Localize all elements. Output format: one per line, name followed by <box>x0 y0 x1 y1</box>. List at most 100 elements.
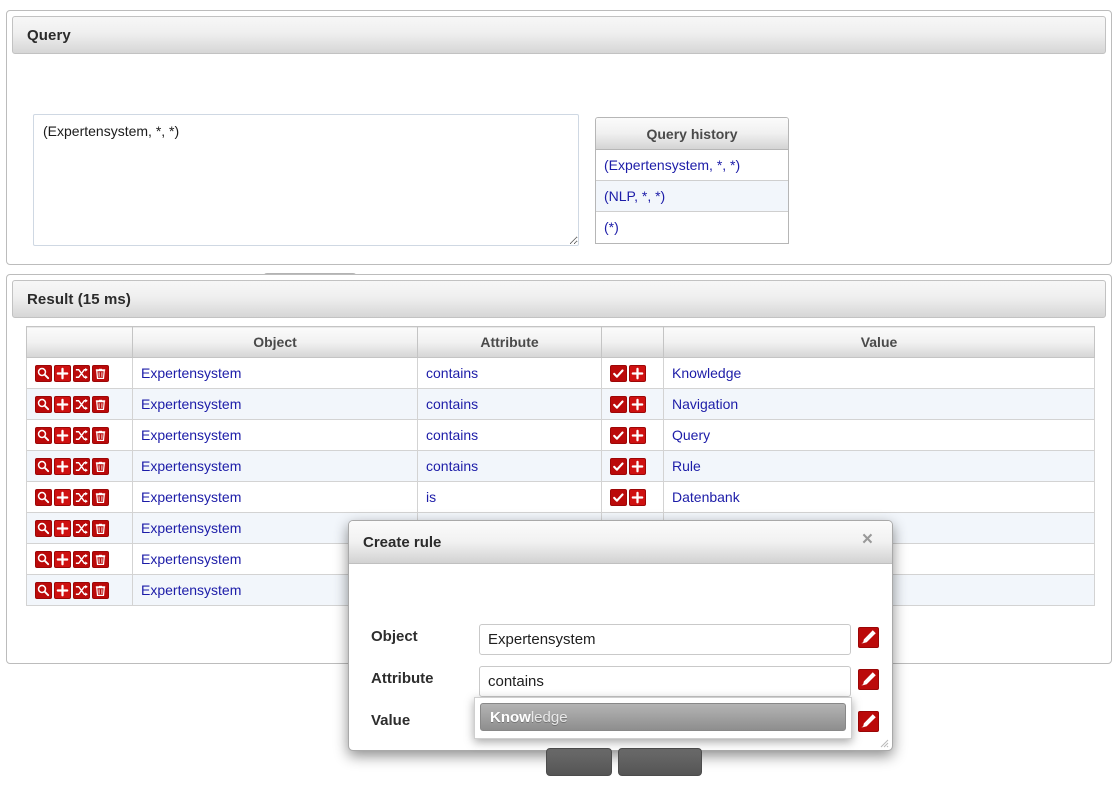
query-history-item-1[interactable]: (NLP, *, *) <box>596 181 788 212</box>
search-icon[interactable] <box>35 488 52 506</box>
result-panel-header: Result (15 ms) <box>12 280 1106 318</box>
check-icon[interactable] <box>610 395 627 413</box>
dialog-secondary-button[interactable] <box>618 748 702 776</box>
cell-value[interactable]: Query <box>663 419 1095 451</box>
shuffle-icon[interactable] <box>73 488 90 506</box>
plus-icon[interactable] <box>54 488 71 506</box>
column-header-value-actions[interactable] <box>601 326 664 358</box>
query-input[interactable] <box>33 114 579 246</box>
trash-icon[interactable] <box>92 519 109 537</box>
pencil-icon-value[interactable] <box>858 711 879 732</box>
shuffle-icon[interactable] <box>73 519 90 537</box>
close-icon[interactable]: × <box>856 529 879 550</box>
shuffle-icon[interactable] <box>73 395 90 413</box>
cell-object[interactable]: Expertensystem <box>132 450 418 482</box>
trash-icon[interactable] <box>92 364 109 382</box>
cell-attribute[interactable]: contains <box>417 419 602 451</box>
check-icon[interactable] <box>610 426 627 444</box>
cell-attribute[interactable]: contains <box>417 357 602 389</box>
trash-icon[interactable] <box>92 488 109 506</box>
plus-icon[interactable] <box>54 550 71 568</box>
search-icon[interactable] <box>35 550 52 568</box>
object-field[interactable] <box>479 624 851 655</box>
query-history-panel: Query history (Expertensystem, *, *) (NL… <box>595 117 789 244</box>
cell-value[interactable]: Navigation <box>663 388 1095 420</box>
cell-attribute[interactable]: contains <box>417 450 602 482</box>
row-action-cell <box>26 388 133 420</box>
plus-icon[interactable] <box>54 457 71 475</box>
row-action-cell <box>26 512 133 544</box>
attribute-field[interactable] <box>479 666 851 697</box>
cell-object[interactable]: Expertensystem <box>132 481 418 513</box>
cell-object[interactable]: Expertensystem <box>132 419 418 451</box>
check-icon[interactable] <box>610 364 627 382</box>
check-icon[interactable] <box>610 457 627 475</box>
plus-icon[interactable] <box>54 581 71 599</box>
table-row: Expertensystem contains Navigation <box>26 388 1095 420</box>
plus-icon[interactable] <box>629 457 646 475</box>
trash-icon[interactable] <box>92 550 109 568</box>
query-panel-header: Query <box>12 16 1106 54</box>
dialog-primary-button[interactable] <box>546 748 612 776</box>
plus-icon[interactable] <box>54 426 71 444</box>
check-icon[interactable] <box>610 488 627 506</box>
trash-icon[interactable] <box>92 457 109 475</box>
row-action-cell <box>26 574 133 606</box>
query-history-item-0[interactable]: (Expertensystem, *, *) <box>596 150 788 181</box>
label-value: Value <box>371 712 411 729</box>
search-icon[interactable] <box>35 519 52 537</box>
column-header-attribute[interactable]: Attribute <box>417 326 602 358</box>
autocomplete-match-prefix: Know <box>490 709 531 726</box>
dialog-header: Create rule × <box>349 521 892 564</box>
query-history-item-2[interactable]: (*) <box>596 212 788 243</box>
value-action-cell <box>601 450 664 482</box>
result-panel-title: Result (15 ms) <box>27 290 131 308</box>
plus-icon[interactable] <box>54 519 71 537</box>
value-action-cell <box>601 357 664 389</box>
row-action-cell <box>26 450 133 482</box>
table-header-row: Object Attribute Value <box>26 326 1095 358</box>
plus-icon[interactable] <box>629 426 646 444</box>
query-panel: Query Query history (Expertensystem, *, … <box>6 10 1112 311</box>
search-icon[interactable] <box>35 426 52 444</box>
shuffle-icon[interactable] <box>73 426 90 444</box>
plus-icon[interactable] <box>629 364 646 382</box>
search-icon[interactable] <box>35 457 52 475</box>
resize-grip-icon[interactable] <box>877 736 889 748</box>
cell-object[interactable]: Expertensystem <box>132 388 418 420</box>
autocomplete-dropdown: Knowledge <box>474 697 852 739</box>
cell-attribute[interactable]: contains <box>417 388 602 420</box>
table-row: Expertensystem contains Knowledge <box>26 357 1095 389</box>
pencil-icon-attribute[interactable] <box>858 669 879 690</box>
shuffle-icon[interactable] <box>73 581 90 599</box>
query-panel-title: Query <box>27 26 71 44</box>
plus-icon[interactable] <box>54 364 71 382</box>
trash-icon[interactable] <box>92 395 109 413</box>
column-header-value[interactable]: Value <box>663 326 1095 358</box>
autocomplete-option-knowledge[interactable]: Knowledge <box>480 703 846 731</box>
cell-value[interactable]: Datenbank <box>663 481 1095 513</box>
plus-icon[interactable] <box>629 395 646 413</box>
trash-icon[interactable] <box>92 581 109 599</box>
search-icon[interactable] <box>35 581 52 599</box>
cell-value[interactable]: Rule <box>663 450 1095 482</box>
table-row: Expertensystem contains Query <box>26 419 1095 451</box>
column-header-actions[interactable] <box>26 326 133 358</box>
cell-attribute[interactable]: is <box>417 481 602 513</box>
trash-icon[interactable] <box>92 426 109 444</box>
shuffle-icon[interactable] <box>73 457 90 475</box>
shuffle-icon[interactable] <box>73 364 90 382</box>
row-action-cell <box>26 481 133 513</box>
plus-icon[interactable] <box>54 395 71 413</box>
shuffle-icon[interactable] <box>73 550 90 568</box>
pencil-icon-object[interactable] <box>858 627 879 648</box>
value-action-cell <box>601 481 664 513</box>
autocomplete-match-suffix: ledge <box>530 709 568 726</box>
search-icon[interactable] <box>35 395 52 413</box>
cell-object[interactable]: Expertensystem <box>132 357 418 389</box>
row-action-cell <box>26 543 133 575</box>
plus-icon[interactable] <box>629 488 646 506</box>
search-icon[interactable] <box>35 364 52 382</box>
cell-value[interactable]: Knowledge <box>663 357 1095 389</box>
column-header-object[interactable]: Object <box>132 326 418 358</box>
